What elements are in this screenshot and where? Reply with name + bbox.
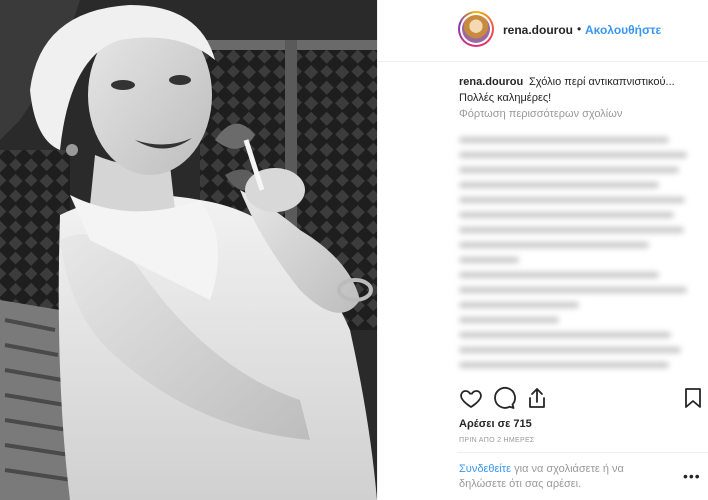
heart-icon bbox=[460, 390, 482, 409]
save-button[interactable] bbox=[681, 386, 707, 412]
caption-text: Σχόλιο περί αντικαπνιστικού... bbox=[529, 76, 675, 88]
comment-button[interactable] bbox=[492, 386, 518, 412]
share-button[interactable] bbox=[525, 386, 551, 412]
load-more-comments[interactable]: Φόρτωση περισσότερων σχολίων bbox=[459, 108, 622, 120]
login-prompt: Συνδεθείτε για να σχολιάσετε ή να δηλώσε… bbox=[459, 462, 659, 492]
follow-button[interactable]: Ακολουθήστε bbox=[585, 23, 661, 37]
login-link[interactable]: Συνδεθείτε bbox=[459, 463, 511, 475]
post-image bbox=[0, 0, 377, 500]
like-button[interactable] bbox=[459, 386, 485, 412]
likes-count[interactable]: Αρέσει σε 715 bbox=[459, 418, 532, 430]
post-photo[interactable] bbox=[0, 0, 377, 500]
more-options-icon[interactable]: ••• bbox=[683, 468, 701, 484]
share-icon bbox=[529, 388, 545, 408]
divider bbox=[457, 452, 708, 453]
post-time: ΠΡΙΝ ΑΠΟ 2 ΗΜΕΡΕΣ bbox=[459, 437, 535, 444]
comment-icon bbox=[494, 386, 516, 409]
header-username[interactable]: rena.dourou bbox=[503, 23, 573, 37]
caption-username[interactable]: rena.dourou bbox=[459, 76, 523, 88]
header-separator: • bbox=[577, 22, 582, 36]
bookmark-icon bbox=[685, 388, 701, 408]
avatar[interactable] bbox=[458, 11, 494, 47]
blurred-comments bbox=[459, 128, 699, 378]
caption-line2: Πολλές καλημέρες! bbox=[459, 92, 552, 104]
